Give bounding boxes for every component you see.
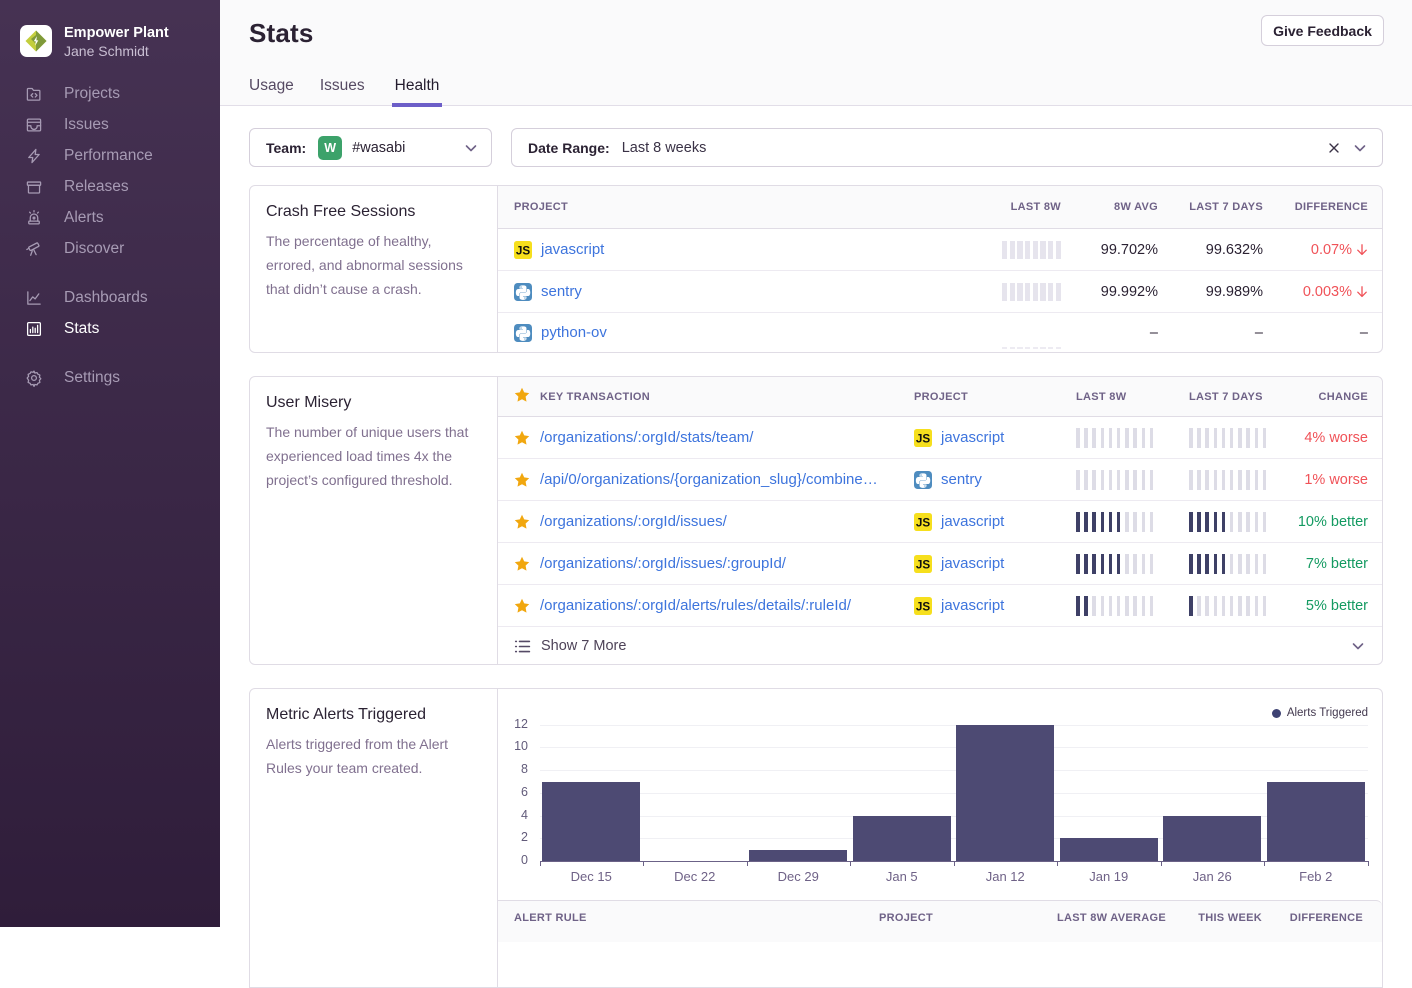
svg-text:JS: JS bbox=[916, 432, 931, 445]
svg-text:JS: JS bbox=[916, 558, 931, 571]
svg-text:JS: JS bbox=[516, 244, 531, 257]
svg-text:JS: JS bbox=[916, 516, 931, 529]
svg-text:JS: JS bbox=[916, 600, 931, 613]
